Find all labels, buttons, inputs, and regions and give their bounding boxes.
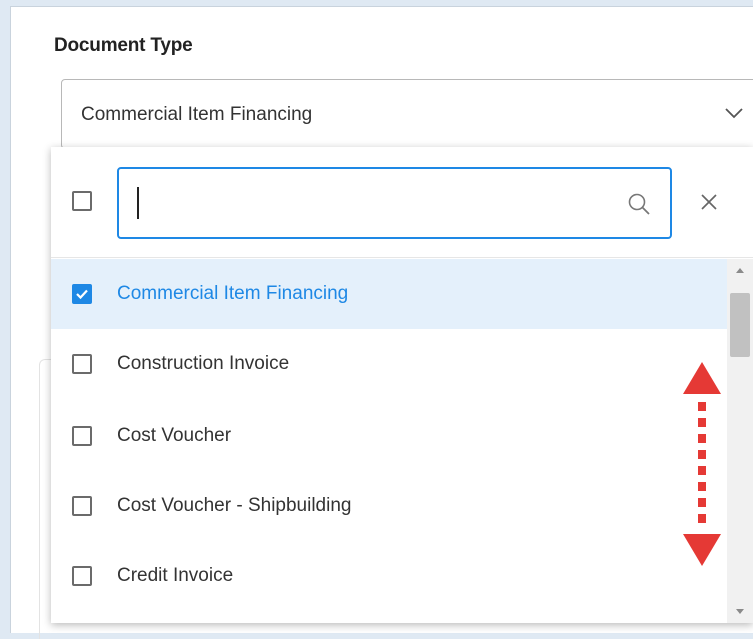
- option-checkbox[interactable]: [72, 284, 92, 304]
- scrollbar-thumb[interactable]: [730, 293, 750, 357]
- option-checkbox[interactable]: [72, 566, 92, 586]
- option-checkbox[interactable]: [72, 354, 92, 374]
- checkmark-icon: [76, 289, 88, 300]
- chevron-down-icon[interactable]: [722, 101, 746, 125]
- search-icon: [628, 193, 650, 215]
- select-all-checkbox[interactable]: [72, 191, 92, 211]
- text-caret: [137, 187, 139, 219]
- list-item[interactable]: Cost Voucher: [51, 401, 727, 471]
- document-type-label: Document Type: [54, 35, 193, 56]
- option-label: Construction Invoice: [117, 353, 290, 374]
- option-label: Cost Voucher: [117, 425, 232, 446]
- list-item[interactable]: Credit Invoice: [51, 541, 727, 611]
- document-type-select[interactable]: Commercial Item Financing: [61, 79, 753, 149]
- caret-up-icon[interactable]: [727, 259, 753, 279]
- option-list: Commercial Item Financing Construction I…: [51, 259, 727, 623]
- caret-down-icon[interactable]: [727, 603, 753, 623]
- list-item[interactable]: Cost Voucher - Shipbuilding: [51, 471, 727, 541]
- option-checkbox[interactable]: [72, 496, 92, 516]
- search-input[interactable]: [135, 187, 605, 219]
- option-checkbox[interactable]: [72, 426, 92, 446]
- double-headed-arrow-icon: [683, 362, 721, 566]
- list-item[interactable]: Commercial Item Financing: [51, 259, 727, 329]
- list-item[interactable]: Construction Invoice: [51, 329, 727, 399]
- search-field[interactable]: [117, 167, 672, 239]
- dropdown-search-row: [51, 147, 753, 258]
- document-type-dropdown: Commercial Item Financing Construction I…: [51, 147, 753, 623]
- option-label: Credit Invoice: [117, 565, 234, 586]
- dropdown-scrollbar[interactable]: [727, 259, 753, 623]
- document-type-selected-value: Commercial Item Financing: [81, 104, 313, 125]
- option-label: Commercial Item Financing: [117, 283, 349, 304]
- option-label: Cost Voucher - Shipbuilding: [117, 495, 352, 516]
- close-icon[interactable]: [697, 190, 721, 214]
